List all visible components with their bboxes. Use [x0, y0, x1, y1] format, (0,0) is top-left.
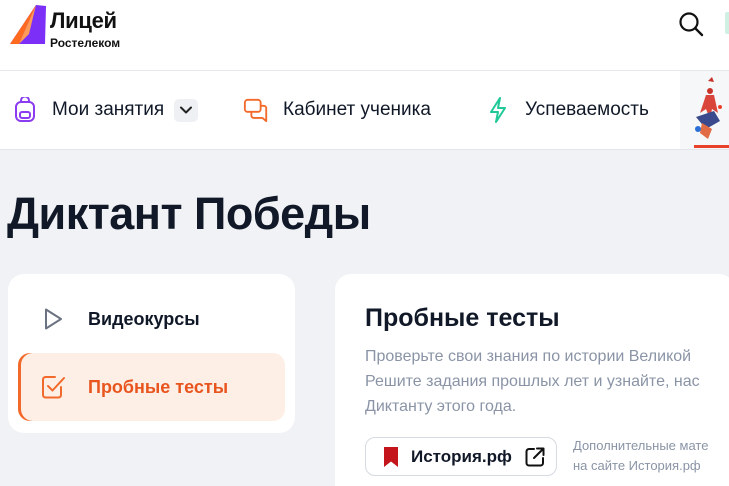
sidebar-item-practice-tests[interactable]: Пробные тесты: [18, 353, 285, 421]
nav-item-progress[interactable]: Успеваемость: [485, 71, 649, 149]
link-label: История.рф: [411, 446, 512, 466]
sidebar-item-label: Видеокурсы: [88, 308, 200, 329]
backpack-icon: [12, 97, 38, 123]
section-description: Проверьте свои знания по истории Великой…: [365, 348, 700, 415]
history-rf-link-button[interactable]: История.рф: [365, 437, 557, 476]
play-icon: [40, 306, 66, 332]
section-menu: Видеокурсы Пробные тесты: [8, 274, 295, 433]
section-title: Пробные тесты: [365, 304, 560, 332]
nav-label: Мои занятия: [52, 99, 165, 120]
content-card: Пробные тесты Проверьте свои знания по и…: [335, 274, 729, 486]
logo[interactable]: Лицей Ростелеком: [7, 4, 137, 50]
main-nav: Мои занятия Кабинет ученика Успеваемость: [0, 71, 729, 150]
nav-label: Кабинет ученика: [283, 99, 431, 120]
nav-item-student-cabinet[interactable]: Кабинет ученика: [243, 71, 431, 149]
logo-mark-icon: [10, 5, 46, 44]
chat-bubbles-icon: [243, 97, 269, 123]
link-note: Дополнительные мате на сайте История.рф: [573, 438, 709, 473]
search-button[interactable]: [676, 9, 706, 39]
event-banner[interactable]: [680, 71, 729, 149]
checkbox-icon: [40, 374, 66, 400]
header-edge-element[interactable]: [725, 12, 729, 34]
sidebar-item-video-courses[interactable]: Видеокурсы: [18, 285, 285, 353]
nav-item-my-lessons[interactable]: Мои занятия: [12, 71, 199, 149]
chevron-down-icon[interactable]: [174, 98, 199, 122]
logo-subtitle: Ростелеком: [50, 36, 121, 50]
event-banner-icon: [695, 77, 722, 139]
top-bar: Лицей Ростелеком: [0, 0, 729, 71]
nav-label: Успеваемость: [525, 99, 649, 120]
active-nav-indicator: [694, 145, 729, 148]
sidebar-item-label: Пробные тесты: [88, 376, 229, 397]
page-title: Диктант Победы: [7, 188, 371, 239]
logo-title: Лицей: [50, 8, 117, 33]
bookmark-icon: [384, 446, 398, 467]
search-icon: [679, 12, 704, 37]
lightning-icon: [485, 97, 511, 123]
external-link-icon: [525, 447, 545, 466]
